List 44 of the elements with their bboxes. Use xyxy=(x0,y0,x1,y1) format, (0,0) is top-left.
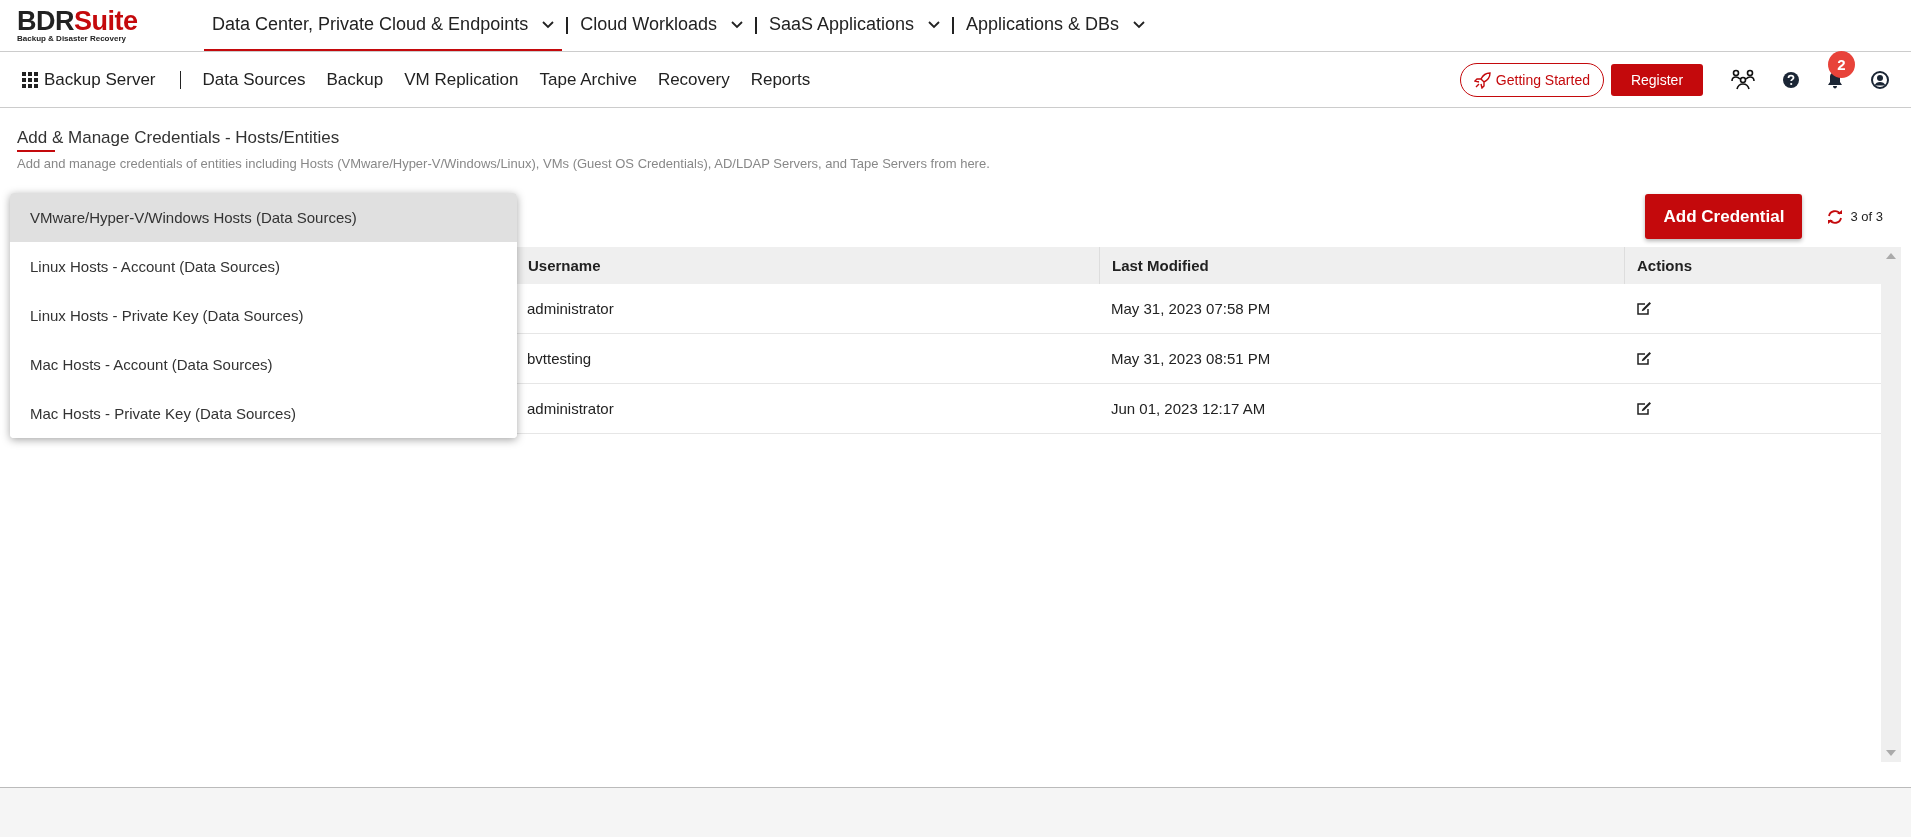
column-header: Actions xyxy=(1624,247,1881,284)
add-credential-button[interactable]: Add Credential xyxy=(1645,194,1803,239)
product-tab[interactable]: Data Center, Private Cloud & Endpoints xyxy=(204,0,563,51)
menu-item[interactable]: Data Sources xyxy=(202,69,306,90)
rocket-icon xyxy=(1473,70,1492,89)
brand-logo: BDRSuite xyxy=(17,8,139,34)
menu-item[interactable]: Recovery xyxy=(657,69,730,90)
table-cell: May 31, 2023 07:58 PM xyxy=(1099,284,1624,334)
edit-icon[interactable] xyxy=(1636,401,1652,416)
chevron-down-icon xyxy=(928,20,941,29)
dropdown-item[interactable]: Linux Hosts - Account (Data Sources) xyxy=(10,242,517,291)
dropdown-item[interactable]: Linux Hosts - Private Key (Data Sources) xyxy=(10,291,517,340)
grid-icon xyxy=(22,71,38,88)
menu-item[interactable]: Reports xyxy=(750,69,811,90)
product-tab[interactable]: Applications & DBs xyxy=(958,0,1154,51)
chevron-down-icon xyxy=(1133,20,1146,29)
module-switcher[interactable]: Backup Server xyxy=(22,69,156,90)
help-icon[interactable] xyxy=(1783,71,1799,88)
dropdown-item[interactable]: Mac Hosts - Account (Data Sources) xyxy=(10,340,517,389)
menu-item[interactable]: VM Replication xyxy=(404,69,519,90)
getting-started-button[interactable]: Getting Started xyxy=(1459,62,1604,97)
edit-icon[interactable] xyxy=(1636,301,1652,316)
table-cell: May 31, 2023 08:51 PM xyxy=(1099,334,1624,384)
chevron-down-icon xyxy=(542,20,555,29)
chevron-down-icon xyxy=(730,20,743,29)
record-count: 3 of 3 xyxy=(1850,209,1883,224)
dropdown-item[interactable]: Mac Hosts - Private Key (Data Sources) xyxy=(10,389,517,438)
dropdown-item[interactable]: VMware/Hyper-V/Windows Hosts (Data Sources) xyxy=(10,193,517,242)
user-icon[interactable] xyxy=(1871,70,1889,89)
product-tab[interactable]: Cloud Workloads xyxy=(572,0,751,51)
table-cell: Jun 01, 2023 12:17 AM xyxy=(1099,384,1624,434)
column-header: Username xyxy=(515,247,1099,284)
page-description: Add and manage credentials of entities including Hosts (VMware/Hyper-V/Windows/Linux), VMs (Guest OS Credentials), AD/LDAP Servers, and Tape Servers from here. xyxy=(17,156,991,171)
register-button[interactable]: Register xyxy=(1611,63,1703,96)
menu-item[interactable]: Tape Archive xyxy=(539,69,637,90)
column-header: Last Modified xyxy=(1099,247,1624,284)
menu-item[interactable]: Backup xyxy=(326,69,384,90)
logo-tagline: Backup & Disaster Recovery xyxy=(17,34,127,43)
notification-badge: 2 xyxy=(1828,50,1855,78)
product-tab[interactable]: SaaS Applications xyxy=(760,0,949,51)
page-title: Add & Manage Credentials - Hosts/Entities xyxy=(17,128,341,148)
refresh-icon[interactable] xyxy=(1826,208,1845,225)
people-group-icon[interactable] xyxy=(1731,68,1755,91)
edit-icon[interactable] xyxy=(1636,351,1652,366)
